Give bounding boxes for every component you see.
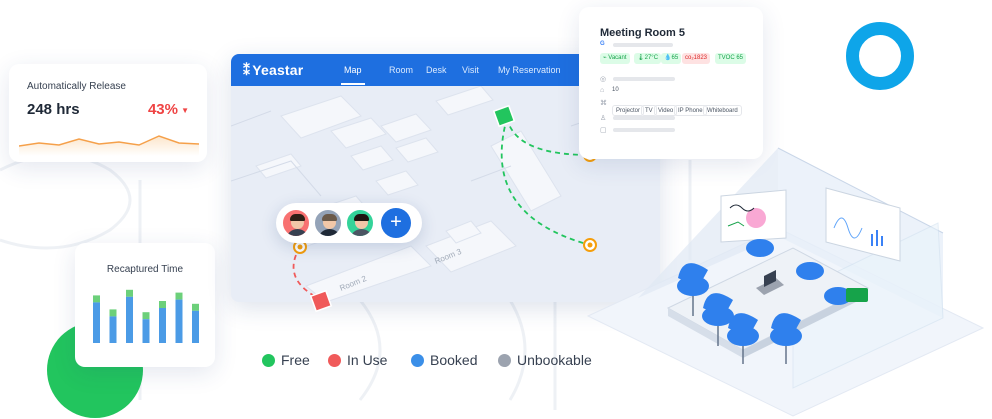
placeholder-bar — [613, 116, 675, 120]
meeting-room-card: Meeting Room 5 G ⌁ Vacant 🌡27°C 💧65 co₂1… — [579, 7, 763, 159]
user-icon: ♙ — [600, 115, 607, 122]
humidity-badge: 💧65 — [661, 53, 682, 64]
capacity-value: 10 — [612, 87, 619, 93]
legend-item-in-use: In Use — [328, 351, 387, 369]
status-badge: ⌁ Vacant — [600, 53, 630, 64]
legend-label: Free — [281, 352, 310, 368]
capacity-icon: ⌂ — [600, 87, 605, 94]
legend-label: In Use — [347, 352, 388, 368]
legend-label: Booked — [430, 352, 478, 368]
in-use-dot-icon — [328, 353, 341, 367]
room-title: Meeting Room 5 — [600, 27, 685, 39]
co2-badge: co₂1823 — [682, 53, 711, 64]
avatar[interactable] — [281, 208, 311, 238]
equipment-projector: Projector — [612, 105, 645, 116]
temperature-badge: 🌡27°C — [634, 53, 662, 64]
equipment-icon: ⌘ — [600, 100, 607, 107]
tvoc-badge: TVOC 65 — [715, 53, 747, 64]
desk-marker-free[interactable] — [492, 104, 516, 128]
free-dot-icon — [262, 353, 275, 367]
placeholder-bar — [613, 128, 675, 132]
equipment-ip-phone: IP Phone — [674, 105, 707, 116]
avatar[interactable] — [313, 208, 343, 238]
status-text: Vacant — [608, 55, 627, 61]
desk-marker-in-use[interactable] — [309, 289, 333, 313]
avatar[interactable] — [345, 208, 375, 238]
legend-label: Unbookable — [517, 352, 592, 368]
google-icon: G — [600, 41, 605, 47]
placeholder-bar — [613, 77, 675, 81]
legend-item-unbookable: Unbookable — [498, 351, 592, 369]
meeting-room-illustration — [586, 147, 985, 417]
humidity-text: 65 — [671, 55, 679, 61]
equipment-whiteboard: Whiteboard — [703, 105, 742, 116]
placeholder-bar — [613, 43, 673, 47]
location-icon: ◎ — [600, 76, 607, 83]
add-attendee-button[interactable]: + — [381, 208, 411, 238]
attendee-avatars: + — [276, 203, 422, 243]
lock-icon: ▢ — [600, 127, 607, 134]
booked-dot-icon — [411, 353, 424, 367]
temperature-text: 27°C — [644, 55, 659, 61]
legend-item-booked: Booked — [411, 351, 477, 369]
legend-item-free: Free — [262, 351, 310, 369]
unbookable-dot-icon — [498, 353, 511, 367]
